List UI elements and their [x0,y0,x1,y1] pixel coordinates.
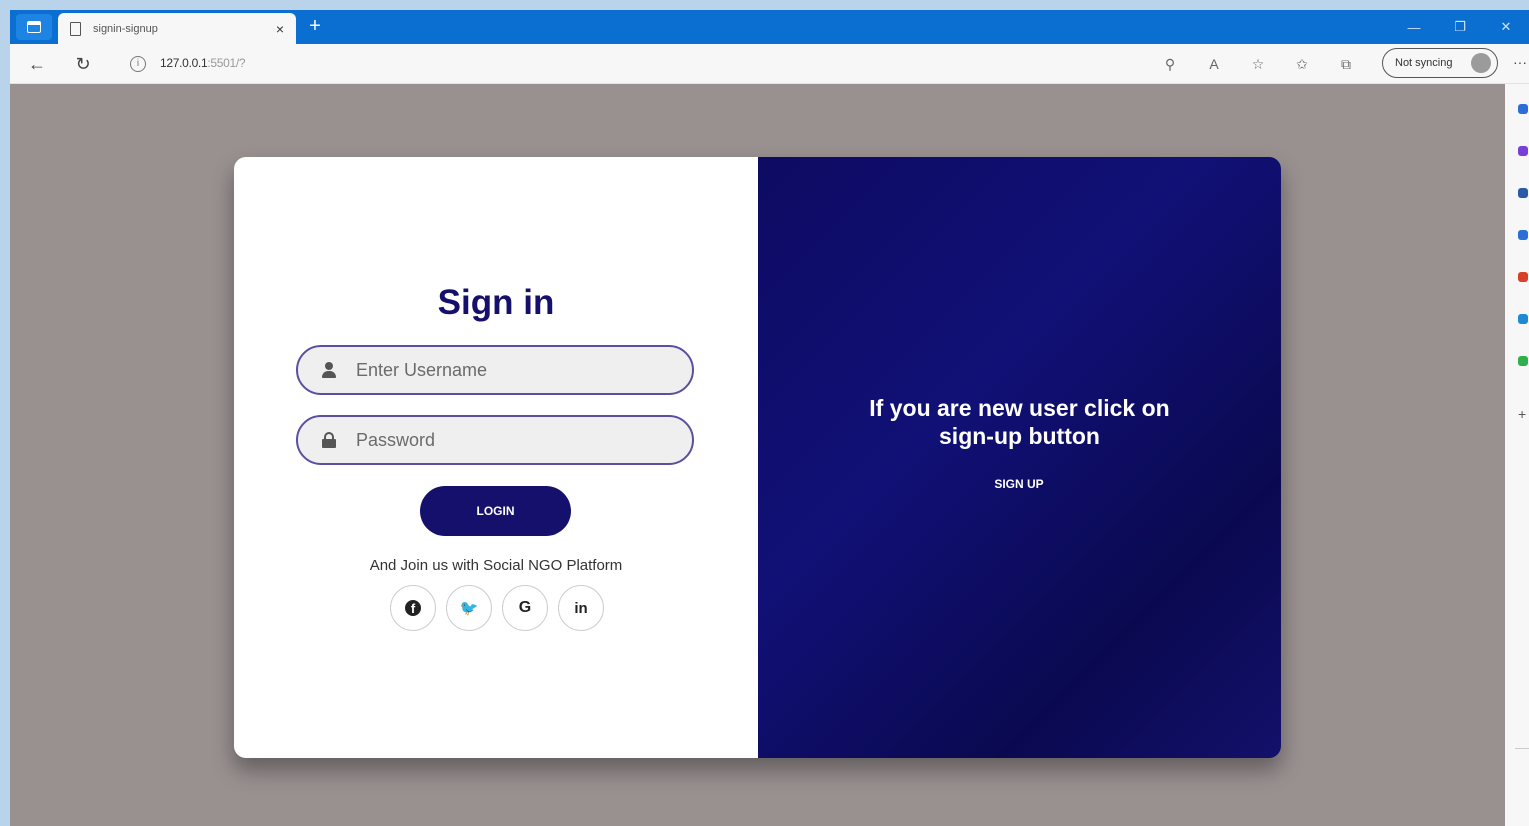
site-info-icon[interactable]: i [130,56,146,72]
key-icon[interactable]: ⚲ [1157,52,1183,76]
discover-icon[interactable] [1518,146,1528,156]
twitter-button[interactable]: 🐦 [446,585,492,631]
signin-panel: Sign in LOGIN And Join us with Social NG… [234,157,758,758]
linkedin-button[interactable]: in [558,585,604,631]
avatar [1471,53,1491,73]
lock-icon [322,432,336,448]
title-bar: signin-signup × + — ❐ ✕ [10,10,1529,44]
username-field[interactable] [296,345,694,395]
shopping-icon[interactable] [1518,188,1528,198]
user-icon [322,362,336,378]
url-path: :5501/? [207,56,246,70]
new-user-message: If you are new user click on sign-up but… [758,394,1281,450]
url-field[interactable]: 127.0.0.1:5501/? [160,56,246,70]
more-menu-icon[interactable]: ··· [1513,54,1527,70]
games-icon[interactable] [1518,356,1528,366]
join-text: And Join us with Social NGO Platform [369,557,623,574]
address-bar: ← ↻ i 127.0.0.1:5501/? ⚲ A ☆ ✩ ⧉ Not syn… [10,44,1529,84]
tab-title: signin-signup [93,22,158,35]
refresh-icon[interactable]: ↻ [70,52,96,76]
tab-actions-button[interactable] [16,14,52,40]
google-icon: G [518,599,532,616]
username-input[interactable] [336,347,692,393]
page-icon [70,21,81,36]
add-sidebar-icon[interactable]: + [1518,406,1526,422]
back-icon[interactable]: ← [24,52,50,76]
window-controls: — ❐ ✕ [1391,10,1529,44]
signup-button[interactable]: SIGN UP [969,474,1069,494]
outlook-icon[interactable] [1518,314,1528,324]
favorites-icon[interactable]: ✩ [1289,52,1315,76]
close-window-icon[interactable]: ✕ [1483,19,1529,35]
signin-title: Sign in [437,283,555,322]
edge-sidebar: + [1505,84,1529,826]
password-field[interactable] [296,415,694,465]
workspaces-icon [27,21,41,33]
new-user-message-line2: sign-up button [939,423,1100,449]
social-links: f 🐦 G in [390,585,604,631]
collections-icon[interactable]: ⧉ [1333,52,1359,76]
new-tab-button[interactable]: + [304,16,326,38]
twitter-icon: 🐦 [459,600,479,617]
google-button[interactable]: G [502,585,548,631]
signup-panel: If you are new user click on sign-up but… [758,157,1281,758]
sidebar-divider [1515,748,1529,749]
sync-label: Not syncing [1395,57,1453,69]
office-icon[interactable] [1518,272,1528,282]
linkedin-icon: in [574,599,588,617]
read-aloud-icon[interactable]: A [1201,52,1227,76]
add-favorite-icon[interactable]: ☆ [1245,52,1271,76]
login-button[interactable]: LOGIN [420,486,571,536]
auth-card: Sign in LOGIN And Join us with Social NG… [234,157,1281,758]
toolbar-icons: ⚲ A ☆ ✩ ⧉ [1157,52,1359,76]
tools-icon[interactable] [1518,230,1528,240]
restore-icon[interactable]: ❐ [1437,19,1483,35]
url-host: 127.0.0.1 [160,56,208,70]
browser-window: signin-signup × + — ❐ ✕ ← ↻ i 127.0.0.1:… [10,10,1529,826]
facebook-button[interactable]: f [390,585,436,631]
new-user-message-line1: If you are new user click on [869,395,1170,421]
minimize-icon[interactable]: — [1391,20,1437,35]
facebook-icon: f [405,600,421,616]
sync-profile-button[interactable]: Not syncing [1382,48,1498,78]
password-input[interactable] [336,417,692,463]
close-tab-icon[interactable]: × [270,21,290,37]
search-icon[interactable] [1518,104,1528,114]
browser-tab[interactable]: signin-signup × [58,13,296,44]
